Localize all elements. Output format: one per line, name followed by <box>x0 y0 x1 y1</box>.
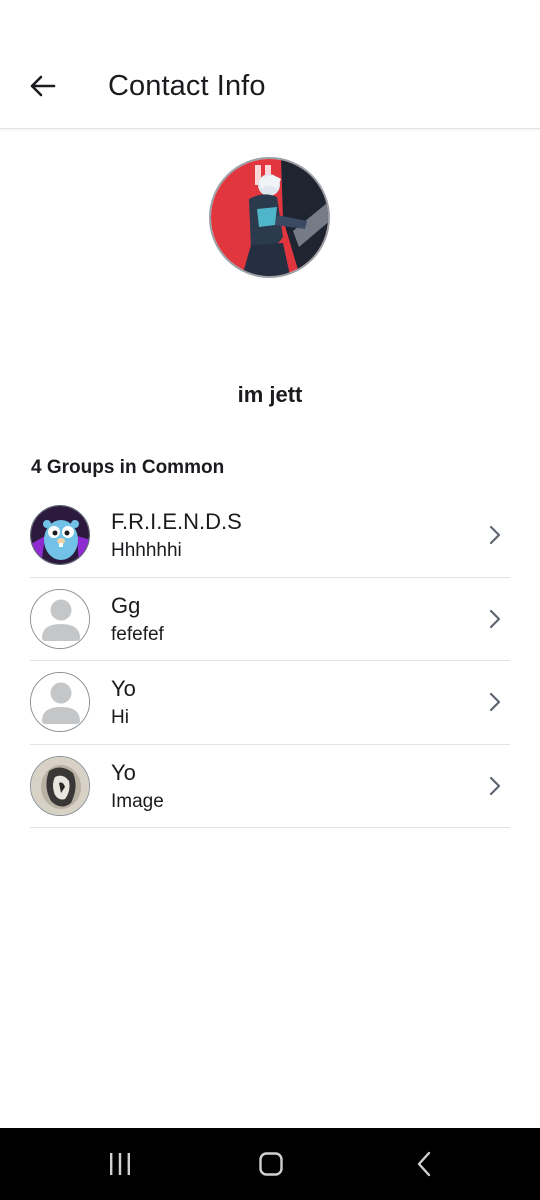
group-name: Yo <box>111 759 136 785</box>
default-user-icon <box>31 673 89 731</box>
chevron-right-icon <box>489 525 501 545</box>
photo-image <box>31 756 89 815</box>
home-button[interactable] <box>256 1150 286 1178</box>
group-row-yo-image[interactable]: Yo Image <box>30 745 510 828</box>
group-avatar <box>30 755 90 816</box>
arrow-back-icon <box>30 75 56 97</box>
group-last-message: Hhhhhhi <box>111 540 182 561</box>
group-last-message: fefefef <box>111 623 164 645</box>
group-last-message: Hi <box>111 707 129 728</box>
group-avatar <box>30 672 90 732</box>
chevron-right-icon <box>489 692 501 712</box>
recents-button[interactable] <box>104 1150 136 1178</box>
gopher-image <box>31 506 89 564</box>
profile-photo <box>211 159 328 276</box>
chevron-right-icon <box>489 609 501 628</box>
group-avatar <box>30 505 90 565</box>
group-last-message: Image <box>111 790 164 812</box>
group-name: Gg <box>111 592 141 618</box>
group-row-friends[interactable]: F.R.I.E.N.D.S Hhhhhhi <box>30 494 510 578</box>
recents-icon <box>110 1153 130 1175</box>
contact-name: im jett <box>237 382 303 407</box>
chevron-right-icon <box>489 776 501 795</box>
group-name: F.R.I.E.N.D.S <box>111 509 242 534</box>
home-icon <box>259 1152 283 1176</box>
page-title: Contact Info <box>108 70 266 102</box>
group-row-gg[interactable]: Gg fefefef <box>30 578 510 661</box>
nav-back-button[interactable] <box>410 1150 438 1178</box>
group-list: F.R.I.E.N.D.S Hhhhhhi Gg fefefef Yo Hi Y… <box>30 494 510 828</box>
back-button[interactable] <box>22 66 62 106</box>
profile-avatar[interactable] <box>209 157 330 278</box>
group-name: Yo <box>111 676 136 701</box>
app-bar: Contact Info <box>0 0 540 129</box>
group-avatar <box>30 588 90 649</box>
system-nav-bar <box>0 1128 540 1200</box>
group-row-yo[interactable]: Yo Hi <box>30 661 510 745</box>
nav-back-icon <box>417 1151 431 1177</box>
default-user-icon <box>31 589 89 648</box>
groups-heading: 4 Groups in Common <box>31 457 225 478</box>
